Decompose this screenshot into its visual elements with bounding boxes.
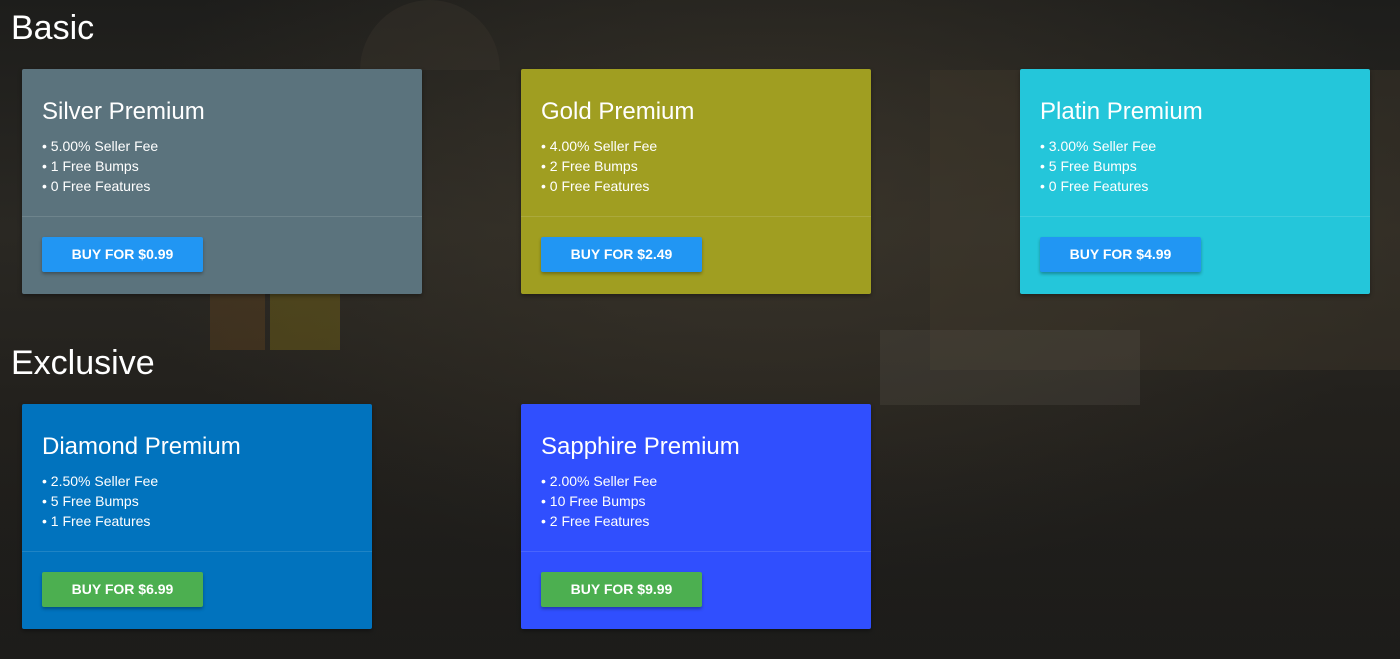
buy-sapphire-button[interactable]: BUY FOR $9.99 [541, 572, 702, 607]
section-title-basic: Basic [11, 9, 95, 47]
buy-gold-button[interactable]: BUY FOR $2.49 [541, 237, 702, 272]
feature-free-features: 0 Free Features [541, 176, 851, 196]
plan-name: Sapphire Premium [541, 433, 740, 460]
feature-seller-fee: 5.00% Seller Fee [42, 136, 402, 156]
feature-free-features: 0 Free Features [42, 176, 402, 196]
plan-card-body: Platin Premium 3.00% Seller Fee 5 Free B… [1020, 69, 1370, 217]
feature-free-bumps: 5 Free Bumps [42, 491, 352, 511]
plan-name: Gold Premium [541, 98, 695, 125]
plan-card-platin: Platin Premium 3.00% Seller Fee 5 Free B… [1020, 69, 1370, 294]
plan-features: 3.00% Seller Fee 5 Free Bumps 0 Free Fea… [1040, 136, 1350, 196]
feature-free-bumps: 5 Free Bumps [1040, 156, 1350, 176]
buy-diamond-button[interactable]: BUY FOR $6.99 [42, 572, 203, 607]
feature-seller-fee: 2.00% Seller Fee [541, 471, 851, 491]
plan-name: Platin Premium [1040, 98, 1203, 125]
plan-card-body: Silver Premium 5.00% Seller Fee 1 Free B… [22, 69, 422, 217]
feature-free-bumps: 2 Free Bumps [541, 156, 851, 176]
buy-silver-button[interactable]: BUY FOR $0.99 [42, 237, 203, 272]
background-crates [880, 330, 1140, 405]
feature-free-features: 2 Free Features [541, 511, 851, 531]
feature-seller-fee: 4.00% Seller Fee [541, 136, 851, 156]
plan-card-sapphire: Sapphire Premium 2.00% Seller Fee 10 Fre… [521, 404, 871, 629]
plan-features: 2.50% Seller Fee 5 Free Bumps 1 Free Fea… [42, 471, 352, 531]
background-door [210, 285, 265, 350]
plan-card-actions: BUY FOR $0.99 [22, 217, 422, 272]
plan-card-gold: Gold Premium 4.00% Seller Fee 2 Free Bum… [521, 69, 871, 294]
feature-free-features: 0 Free Features [1040, 176, 1350, 196]
plan-card-body: Diamond Premium 2.50% Seller Fee 5 Free … [22, 404, 372, 552]
plan-card-diamond: Diamond Premium 2.50% Seller Fee 5 Free … [22, 404, 372, 629]
feature-seller-fee: 2.50% Seller Fee [42, 471, 352, 491]
plan-card-body: Gold Premium 4.00% Seller Fee 2 Free Bum… [521, 69, 871, 217]
plan-features: 5.00% Seller Fee 1 Free Bumps 0 Free Fea… [42, 136, 402, 196]
section-title-exclusive: Exclusive [11, 344, 155, 382]
plan-name: Silver Premium [42, 98, 205, 125]
background-yellow-wall [270, 290, 340, 350]
plan-features: 4.00% Seller Fee 2 Free Bumps 0 Free Fea… [541, 136, 851, 196]
plan-card-actions: BUY FOR $6.99 [22, 552, 372, 607]
feature-free-bumps: 1 Free Bumps [42, 156, 402, 176]
feature-free-bumps: 10 Free Bumps [541, 491, 851, 511]
plan-card-body: Sapphire Premium 2.00% Seller Fee 10 Fre… [521, 404, 871, 552]
feature-seller-fee: 3.00% Seller Fee [1040, 136, 1350, 156]
plan-card-actions: BUY FOR $4.99 [1020, 217, 1370, 272]
plan-features: 2.00% Seller Fee 10 Free Bumps 2 Free Fe… [541, 471, 851, 531]
plan-card-actions: BUY FOR $2.49 [521, 217, 871, 272]
plan-card-actions: BUY FOR $9.99 [521, 552, 871, 607]
feature-free-features: 1 Free Features [42, 511, 352, 531]
plan-card-silver: Silver Premium 5.00% Seller Fee 1 Free B… [22, 69, 422, 294]
plan-name: Diamond Premium [42, 433, 241, 460]
buy-platin-button[interactable]: BUY FOR $4.99 [1040, 237, 1201, 272]
background-arch [360, 0, 500, 70]
